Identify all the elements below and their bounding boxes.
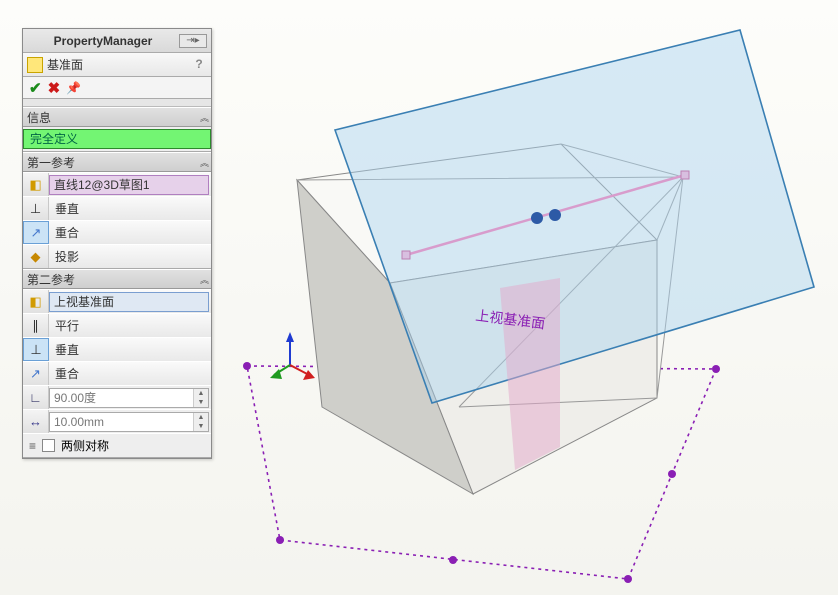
property-manager-panel: PropertyManager ⇥▸ 基准面 ? ✔ ✖ 📌 信息 ︽ 完全定义… (22, 28, 212, 459)
ref2-coincident-label: 重合 (49, 365, 211, 382)
symmetric-row[interactable]: ≡ 两侧对称 (23, 433, 211, 457)
ref1-selection-icon[interactable]: ◧ (23, 173, 49, 196)
distance-value: 10.00mm (50, 413, 193, 431)
ref2-coincident-row[interactable]: ↗ 重合 (23, 361, 211, 385)
chevron-up-icon: ︽ (200, 156, 207, 169)
pin-button[interactable]: 📌 (66, 81, 80, 95)
distance-icon: ↔ (23, 410, 49, 433)
ref2-distance-row: ↔ 10.00mm ▲▼ (23, 409, 211, 433)
ref1-section-body: ◧ 直线12@3D草图1 ⊥ 垂直 ↗ 重合 ◆ 投影 (23, 172, 211, 269)
ref2-section-label: 第二参考 (27, 271, 200, 288)
ref2-section-body: ◧ 上视基准面 ∥ 平行 ⊥ 垂直 ↗ 重合 ∟ 90.00度 ▲▼ ↔ 10.… (23, 289, 211, 458)
ref2-selection-icon[interactable]: ◧ (23, 290, 49, 313)
ref1-perpendicular-label: 垂直 (49, 200, 211, 217)
chevron-up-icon: ︽ (200, 111, 207, 124)
ref2-perpendicular-label: 垂直 (49, 341, 211, 358)
coincident-icon: ↗ (23, 362, 49, 385)
info-section-body: 完全定义 (23, 129, 211, 152)
ref2-selection-field[interactable]: 上视基准面 (49, 292, 209, 312)
pm-titlebar: PropertyManager ⇥▸ (23, 29, 211, 53)
cancel-button[interactable]: ✖ (48, 79, 61, 97)
angle-icon: ∟ (23, 386, 49, 409)
ref1-selection-field[interactable]: 直线12@3D草图1 (49, 175, 209, 195)
coincident-icon: ↗ (23, 221, 49, 244)
perpendicular-icon: ⊥ (23, 338, 49, 361)
ref1-section-label: 第一参考 (27, 154, 200, 171)
angle-input[interactable]: 90.00度 ▲▼ (49, 388, 209, 408)
definition-status: 完全定义 (23, 129, 211, 149)
ref2-parallel-label: 平行 (49, 317, 211, 334)
ref2-parallel-row[interactable]: ∥ 平行 (23, 313, 211, 337)
feature-name: 基准面 (47, 56, 187, 73)
ref1-project-row[interactable]: ◆ 投影 (23, 244, 211, 268)
ref2-perpendicular-row[interactable]: ⊥ 垂直 (23, 337, 211, 361)
ok-button[interactable]: ✔ (29, 79, 42, 97)
feature-header-row: 基准面 ? (23, 53, 211, 77)
chevron-up-icon: ︽ (200, 273, 207, 286)
help-button[interactable]: ? (191, 57, 207, 73)
ref1-selection-row: ◧ 直线12@3D草图1 (23, 172, 211, 196)
project-icon: ◆ (23, 245, 49, 268)
pm-pushpin-button[interactable]: ⇥▸ (179, 34, 207, 48)
distance-input[interactable]: 10.00mm ▲▼ (49, 412, 209, 432)
info-section-label: 信息 (27, 109, 200, 126)
ref1-project-label: 投影 (49, 248, 211, 265)
angle-spinner[interactable]: ▲▼ (193, 389, 208, 407)
ref2-angle-row: ∟ 90.00度 ▲▼ (23, 385, 211, 409)
distance-spinner[interactable]: ▲▼ (193, 413, 208, 431)
symmetric-icon: ≡ (29, 439, 36, 453)
ref2-selection-row: ◧ 上视基准面 (23, 289, 211, 313)
ref1-perpendicular-row[interactable]: ⊥ 垂直 (23, 196, 211, 220)
symmetric-label: 两侧对称 (61, 437, 109, 454)
plane-feature-icon (27, 57, 43, 73)
confirm-row: ✔ ✖ 📌 (23, 77, 211, 99)
pm-title: PropertyManager (27, 34, 179, 48)
perpendicular-icon: ⊥ (23, 197, 49, 220)
ref1-coincident-label: 重合 (49, 224, 211, 241)
parallel-icon: ∥ (23, 314, 49, 337)
ref1-coincident-row[interactable]: ↗ 重合 (23, 220, 211, 244)
symmetric-checkbox[interactable] (42, 439, 55, 452)
ref1-section-header[interactable]: 第一参考 ︽ (23, 152, 211, 172)
angle-value: 90.00度 (50, 389, 193, 407)
info-section-header[interactable]: 信息 ︽ (23, 107, 211, 127)
origin-triad (270, 332, 315, 380)
ref2-section-header[interactable]: 第二参考 ︽ (23, 269, 211, 289)
panel-spacer (23, 99, 211, 107)
